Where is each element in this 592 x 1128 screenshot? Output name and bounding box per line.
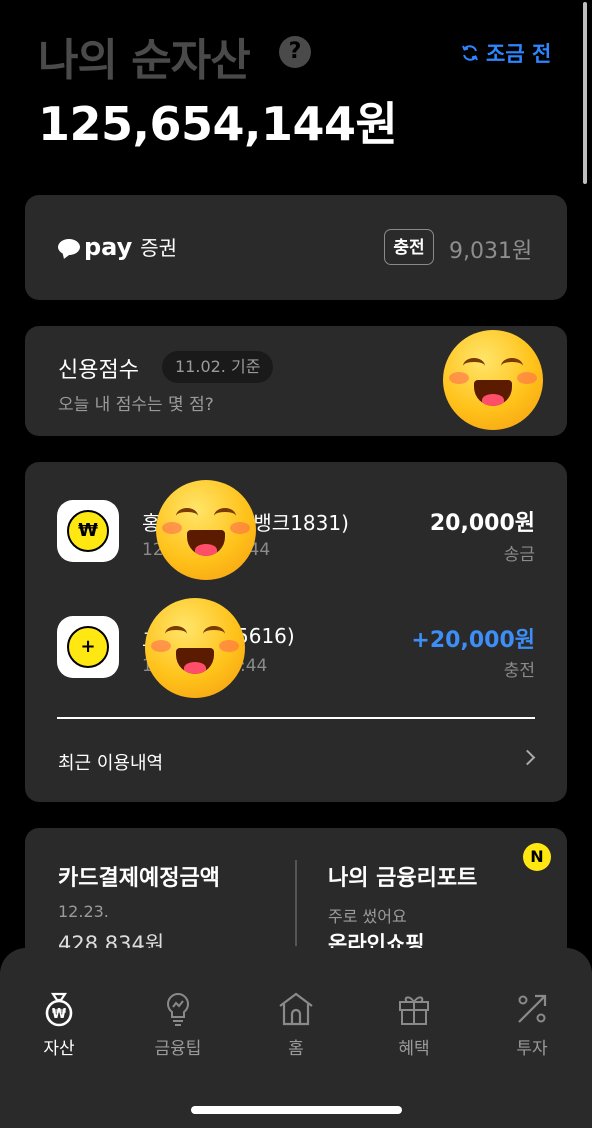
nav-benefits[interactable]: 혜택 — [364, 990, 464, 1059]
credit-score-subtitle: 오늘 내 점수는 몇 점? — [58, 395, 214, 415]
nav-label: 혜택 — [398, 1039, 430, 1059]
chat-bubble-icon — [58, 238, 80, 255]
transaction-type: 송금 — [503, 545, 535, 565]
smiling-face-emoji — [443, 330, 543, 430]
transfer-icon: ₩ — [57, 500, 119, 562]
charge-button[interactable]: 충전 — [384, 229, 434, 265]
transaction-amount: +20,000원 — [411, 628, 535, 653]
smiling-face-emoji — [156, 480, 256, 580]
home-indicator[interactable] — [191, 1106, 402, 1114]
kakaopay-logo: pay 증권 — [58, 232, 177, 261]
recent-history-link[interactable]: 최근 이용내역 — [58, 749, 163, 775]
credit-date-badge: 11.02. 기준 — [162, 351, 274, 383]
nav-label: 홈 — [288, 1039, 304, 1059]
nav-finance-tips[interactable]: 금융팁 — [128, 990, 228, 1059]
percent-icon — [518, 994, 547, 1023]
scrollbar[interactable] — [583, 2, 587, 184]
lightbulb-icon — [167, 992, 189, 1026]
nav-home[interactable]: 홈 — [246, 990, 346, 1059]
money-bag-icon: ₩ — [45, 992, 73, 1027]
pay-logo-sub: 증권 — [140, 236, 178, 260]
transaction-time-suffix: :44 — [240, 656, 268, 676]
nav-invest[interactable]: 투자 — [482, 990, 582, 1059]
pay-balance: 9,031원 — [449, 239, 533, 264]
finance-report-caption: 주로 썼어요 — [328, 907, 407, 926]
credit-score-title: 신용점수 — [58, 358, 139, 383]
transaction-amount: 20,000원 — [429, 511, 535, 536]
nav-assets[interactable]: ₩ 자산 — [9, 990, 109, 1059]
card-payment-date: 12.23. — [58, 902, 109, 921]
gift-icon — [399, 996, 429, 1025]
nav-label: 금융팁 — [154, 1039, 202, 1059]
transaction-type: 충전 — [503, 661, 535, 681]
divider — [57, 717, 535, 719]
charge-icon: + — [57, 616, 119, 678]
help-icon[interactable]: ? — [279, 36, 311, 68]
pay-logo-word: pay — [84, 232, 133, 261]
nav-label: 자산 — [43, 1039, 75, 1059]
refresh-icon — [462, 45, 478, 61]
nav-label: 투자 — [516, 1039, 548, 1059]
refresh-label: 조금 전 — [486, 42, 552, 66]
net-worth-total: 125,654,144원 — [38, 97, 398, 151]
home-icon — [279, 992, 313, 1026]
card-payment-title[interactable]: 카드결제예정금액 — [58, 860, 220, 892]
vertical-divider — [295, 860, 297, 946]
smiling-face-emoji — [145, 598, 245, 698]
refresh-button[interactable]: 조금 전 — [460, 38, 551, 68]
svg-text:₩: ₩ — [52, 1007, 67, 1022]
page-title: 나의 순자산 — [38, 35, 251, 86]
new-badge: N — [523, 843, 551, 871]
finance-report-title[interactable]: 나의 금융리포트 — [328, 860, 477, 892]
